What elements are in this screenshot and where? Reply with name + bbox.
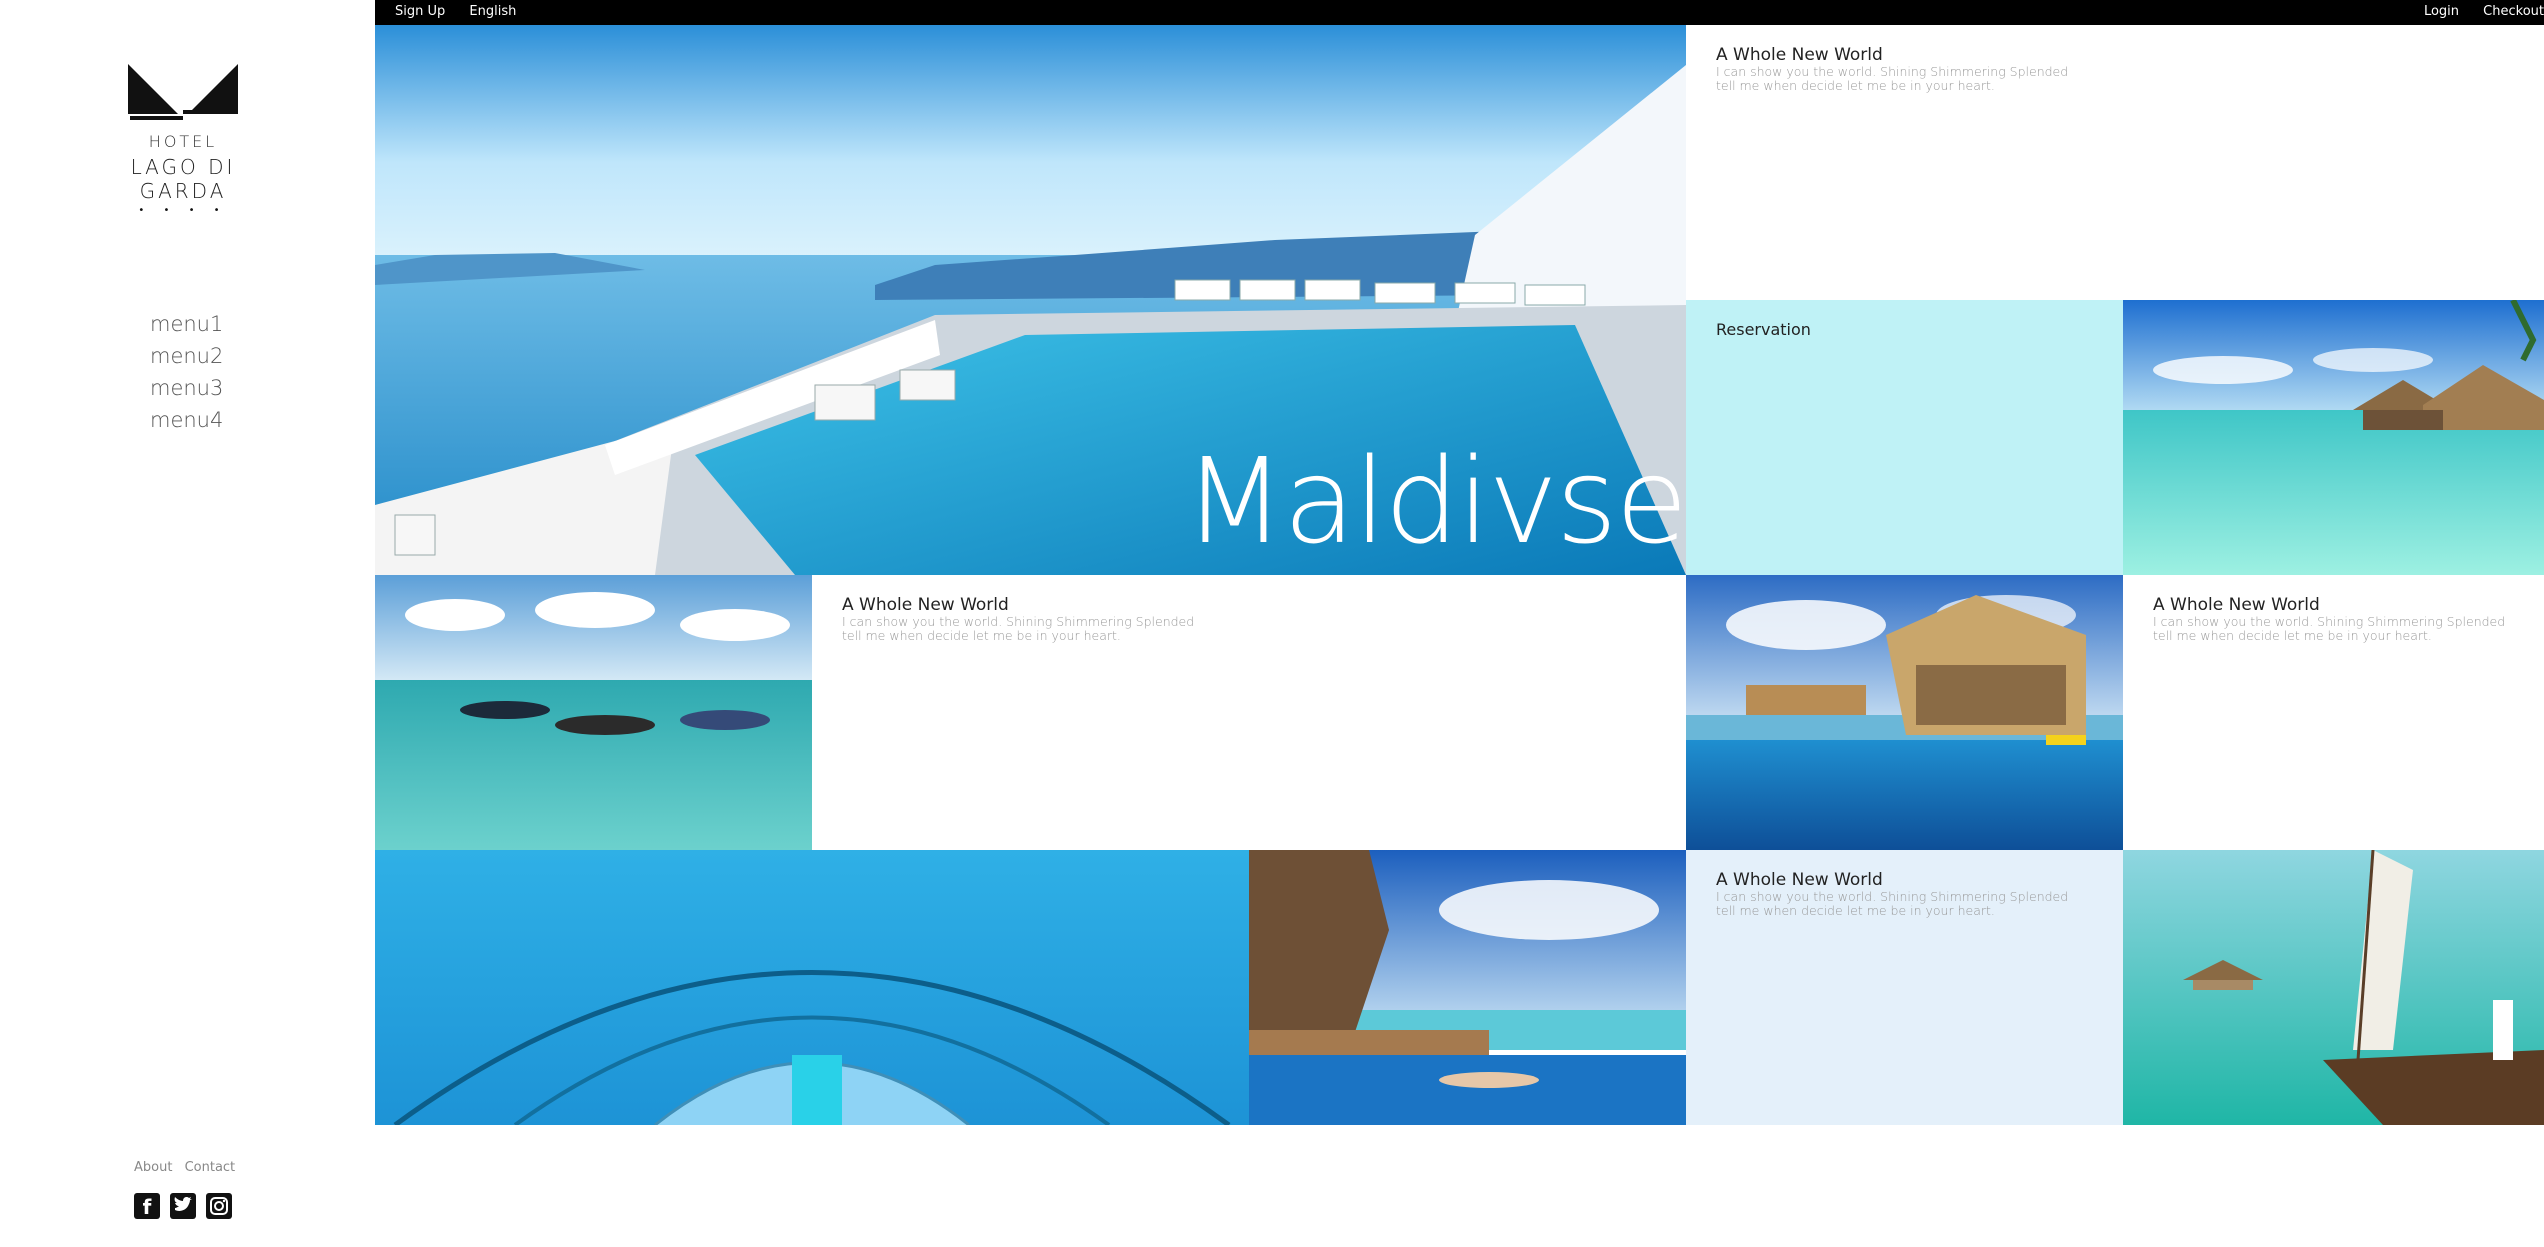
menu-item-1[interactable]: menu1 [150, 308, 223, 340]
social-links: f [134, 1193, 232, 1219]
card-text-line-2: tell me when decide let me be in your he… [2153, 628, 2432, 643]
checkout-link[interactable]: Checkout [2483, 4, 2544, 19]
logo-icon [128, 64, 238, 120]
underwater-image[interactable] [375, 850, 1249, 1125]
side-menu: menu1 menu2 menu3 menu4 [150, 308, 223, 436]
card-title: A Whole New World [842, 595, 1009, 615]
info-card-3[interactable]: A Whole New World I can show you the wor… [2123, 575, 2544, 850]
login-link[interactable]: Login [2424, 4, 2459, 19]
menu-item-4[interactable]: menu4 [150, 404, 223, 436]
resort-pool-image[interactable] [1686, 575, 2123, 850]
twitter-icon[interactable] [170, 1193, 196, 1219]
logo-stars: • • • • [138, 205, 228, 216]
hero-title: Maldivse [1183, 432, 1687, 570]
card-title: A Whole New World [1716, 870, 1883, 890]
svg-text:f: f [143, 1195, 152, 1219]
language-link[interactable]: English [469, 4, 516, 19]
sidebar: HOTEL LAGO DI GARDA • • • • menu1 menu2 … [0, 0, 375, 1247]
card-text-line-2: tell me when decide let me be in your he… [1716, 903, 1995, 918]
reservation-panel[interactable]: Reservation [1686, 300, 2123, 575]
card-text-line-1: I can show you the world. Shining Shimme… [842, 614, 1195, 629]
info-card-2[interactable]: A Whole New World I can show you the wor… [812, 575, 1686, 850]
card-text-line-1: I can show you the world. Shining Shimme… [2153, 614, 2506, 629]
info-card-4[interactable]: A Whole New World I can show you the wor… [1686, 850, 2123, 1125]
card-text-line-1: I can show you the world. Shining Shimme… [1716, 64, 2069, 79]
card-text-line-2: tell me when decide let me be in your he… [842, 628, 1121, 643]
reservation-label: Reservation [1716, 320, 1811, 339]
card-text-line-2: tell me when decide let me be in your he… [1716, 78, 1995, 93]
bungalow-image[interactable] [2123, 300, 2544, 575]
menu-item-3[interactable]: menu3 [150, 372, 223, 404]
facebook-icon[interactable]: f [134, 1193, 160, 1219]
sign-up-link[interactable]: Sign Up [395, 4, 445, 19]
card-text-line-1: I can show you the world. Shining Shimme… [1716, 889, 2069, 904]
contact-link[interactable]: Contact [185, 1160, 236, 1175]
menu-item-2[interactable]: menu2 [150, 340, 223, 372]
hero-image[interactable]: Maldivse [375, 25, 1686, 575]
boat-image[interactable] [2123, 850, 2544, 1125]
instagram-icon[interactable] [206, 1193, 232, 1219]
logo-hotel-text: HOTEL [148, 132, 218, 151]
hotel-logo[interactable]: HOTEL LAGO DI GARDA • • • • [88, 64, 278, 216]
card-title: A Whole New World [1716, 45, 1883, 65]
info-card-1[interactable]: A Whole New World I can show you the wor… [1686, 25, 2544, 300]
logo-name: LAGO DI GARDA [130, 155, 236, 203]
footer-links: About Contact [134, 1160, 243, 1175]
top-bar: Sign Up English Login Checkout [375, 0, 2544, 25]
swimmers-image[interactable] [375, 575, 812, 850]
villa-pool-image[interactable] [1249, 850, 1686, 1125]
about-link[interactable]: About [134, 1160, 172, 1175]
card-title: A Whole New World [2153, 595, 2320, 615]
